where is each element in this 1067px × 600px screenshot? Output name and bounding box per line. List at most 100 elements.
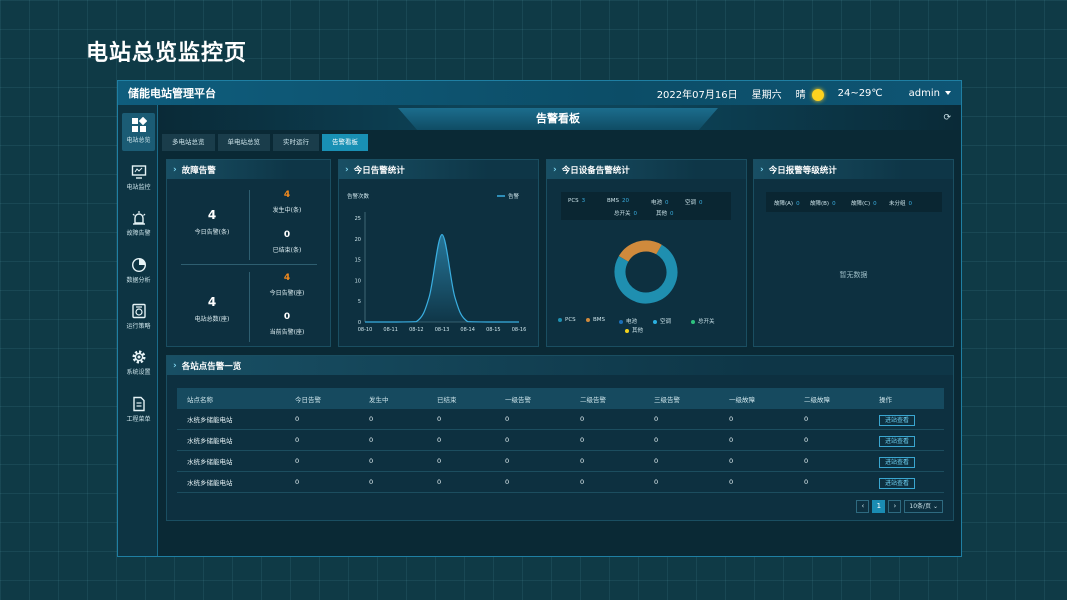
panel-header: › 各站点告警一览 <box>167 356 953 375</box>
sidebar-item-engineering-menu[interactable]: 工程菜单 <box>122 392 155 430</box>
count-cell: 0 <box>295 415 300 423</box>
document-icon <box>132 396 145 412</box>
sidebar-item-station-monitor[interactable]: 电站监控 <box>122 160 155 198</box>
main-content: 告警看板 ⟳ 多电站总览 单电站总览 实时运行 告警看板 › 故障告警 4 今日… <box>158 105 961 556</box>
station-name-cell: 水统乡储能电站 <box>187 416 233 424</box>
count-fault-c: 故障(C) 0 <box>851 201 877 207</box>
action-cell: 进站查看 <box>879 477 929 489</box>
legend-dot <box>619 319 623 324</box>
count-cell: 0 <box>369 415 374 423</box>
legend-item-other: 其他 <box>625 326 643 334</box>
page-size-select[interactable]: 10条/页 ⌄ <box>904 500 943 513</box>
stat-value: 4 <box>207 208 217 222</box>
y-axis-label: 告警次数 <box>347 192 370 200</box>
user-menu[interactable]: admin <box>909 88 951 99</box>
station-name-cell: 水统乡储能电站 <box>187 437 233 445</box>
count-cell: 0 <box>729 478 734 486</box>
panel-header: › 故障告警 <box>167 160 330 179</box>
sidebar-item-station-overview[interactable]: 电站总览 <box>122 113 155 151</box>
sidebar-item-fault-alarm[interactable]: 故障告警 <box>122 206 155 244</box>
count-cell: 0 <box>804 478 809 486</box>
count-fault-b: 故障(B) 0 <box>810 201 836 207</box>
count-cell: 0 <box>369 436 374 444</box>
device-alarm-stats-panel: › 今日设备告警统计 PCS 3 BMS 20 电池 0 空调 0 总开关 0 其他 0 P… <box>546 159 747 347</box>
y-tick-label: 0 <box>358 320 361 326</box>
tab-alarm-board[interactable]: 告警看板 <box>322 134 368 151</box>
app-window: 储能电站管理平台 2022年07月16日 星期六 晴 24~29℃ admin … <box>117 80 962 557</box>
legend-label: 告警 <box>508 192 520 200</box>
chevron-down-icon <box>945 90 951 95</box>
count-cell: 0 <box>580 457 585 465</box>
stat-value: 4 <box>283 190 291 200</box>
enter-station-button[interactable]: 进站查看 <box>879 414 916 426</box>
tab-single-station[interactable]: 单电站总览 <box>217 134 270 151</box>
stat-label: 今日告警(条) <box>194 229 230 236</box>
col-header: 一级故障 <box>729 395 755 404</box>
panel-title: 各站点告警一览 <box>181 361 242 372</box>
col-header: 三级告警 <box>654 395 680 404</box>
x-tick-label: 08-11 <box>383 327 398 333</box>
pagination: ‹ 1 › 10条/页 ⌄ <box>856 500 943 513</box>
panel-header: › 今日报警等级统计 <box>754 160 953 179</box>
table-row: 水统乡储能电站 0 0 0 0 0 0 0 0 进站查看 <box>177 409 944 430</box>
alarm-level-stats-panel: › 今日报警等级统计 故障(A) 0 故障(B) 0 故障(C) 0 未分组 0 暂无数… <box>753 159 954 347</box>
stat-value: 0 <box>283 312 291 322</box>
prev-page-button[interactable]: ‹ <box>856 500 870 513</box>
empty-state-text: 暂无数据 <box>839 271 868 279</box>
table-body: 水统乡储能电站 0 0 0 0 0 0 0 0 进站查看 水统乡储能电站 0 0 0 0 0 0 0 0 进站查看 水统… <box>177 409 944 493</box>
weekday-text: 星期六 <box>751 89 782 101</box>
count-cell: 0 <box>437 436 442 444</box>
station-total-stat: 4 电站总数(座) <box>177 295 247 323</box>
count-aircon: 空调 0 <box>685 200 703 206</box>
y-tick-label: 15 <box>355 258 361 264</box>
panel-title: 今日报警等级统计 <box>768 165 837 176</box>
ended-stat: 0 已结束(条) <box>252 230 322 254</box>
table-row: 水统乡储能电站 0 0 0 0 0 0 0 0 进站查看 <box>177 451 944 472</box>
temperature-text: 24~29℃ <box>837 87 883 99</box>
tab-bar: 多电站总览 单电站总览 实时运行 告警看板 <box>162 134 368 151</box>
enter-station-button[interactable]: 进站查看 <box>879 477 916 489</box>
device-donut-chart <box>614 240 678 304</box>
tab-multi-station[interactable]: 多电站总览 <box>162 134 215 151</box>
chevron-right-icon: › <box>173 360 177 371</box>
count-cell: 0 <box>369 478 374 486</box>
alarm-area-chart: 告警次数 告警 0 5 10 15 20 25 08-10 08-11 08-12 08-13 08-1… <box>347 192 526 333</box>
alarm-icon <box>132 211 145 225</box>
chevron-right-icon: › <box>760 164 764 175</box>
count-cell: 0 <box>804 436 809 444</box>
banner-title: 告警看板 <box>398 108 718 130</box>
gear-icon <box>132 350 145 364</box>
stat-value: 4 <box>207 295 217 309</box>
count-pcs: PCS 3 <box>568 198 586 204</box>
sidebar-item-run-strategy[interactable]: 运行策略 <box>122 299 155 337</box>
divider <box>249 190 250 260</box>
tab-realtime[interactable]: 实时运行 <box>273 134 319 151</box>
stat-value: 4 <box>283 273 291 283</box>
enter-station-button[interactable]: 进站查看 <box>879 456 916 468</box>
action-cell: 进站查看 <box>879 414 929 426</box>
col-header: 今日告警 <box>295 395 321 404</box>
y-tick-label: 5 <box>358 299 361 305</box>
legend-dot <box>586 317 590 322</box>
count-cell: 0 <box>505 415 510 423</box>
banner: 告警看板 ⟳ <box>158 105 961 130</box>
count-cell: 0 <box>580 415 585 423</box>
col-header: 站点名称 <box>187 395 213 404</box>
next-page-button[interactable]: › <box>888 500 902 513</box>
top-bar: 储能电站管理平台 2022年07月16日 星期六 晴 24~29℃ admin <box>118 81 961 105</box>
enter-station-button[interactable]: 进站查看 <box>879 435 916 447</box>
occurring-stat: 4 发生中(条) <box>252 190 322 214</box>
sidebar-item-label: 运行策略 <box>126 323 151 330</box>
sidebar-item-data-analysis[interactable]: 数据分析 <box>122 253 155 291</box>
refresh-icon[interactable]: ⟳ <box>943 113 951 123</box>
sidebar-item-system-settings[interactable]: 系统设置 <box>122 345 155 383</box>
page-number-button[interactable]: 1 <box>872 500 886 513</box>
x-tick-label: 08-10 <box>358 327 373 333</box>
series-area <box>365 234 519 322</box>
panel-title: 故障告警 <box>181 165 216 176</box>
count-cell: 0 <box>580 436 585 444</box>
weather-text: 晴 <box>795 89 806 101</box>
sidebar-item-label: 电站总览 <box>126 137 151 144</box>
station-table: 站点名称 今日告警 发生中 已结束 一级告警 二级告警 三级告警 一级故障 二级… <box>177 388 944 493</box>
panel-header: › 今日设备告警统计 <box>547 160 746 179</box>
